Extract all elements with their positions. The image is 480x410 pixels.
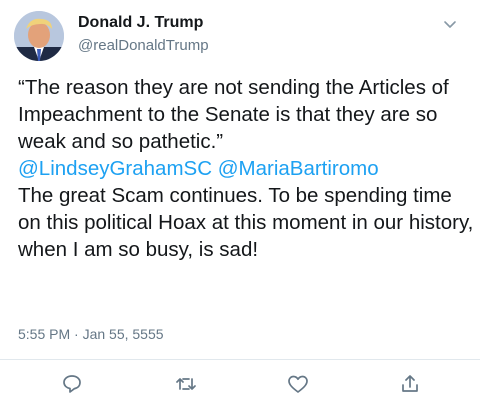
chevron-down-icon[interactable] — [442, 16, 458, 32]
tweet-timestamp[interactable]: 5:55 PM · Jan 55, 5555 — [18, 326, 164, 342]
tweet-text-quote: “The reason they are not sending the Art… — [18, 76, 455, 153]
author-name[interactable]: Donald J. Trump — [78, 14, 203, 32]
mention-link[interactable]: @LindseyGrahamSC — [18, 157, 212, 180]
share-icon[interactable] — [398, 372, 422, 396]
author-handle[interactable]: @realDonaldTrump — [78, 37, 209, 54]
tweet-actions — [0, 372, 480, 400]
mention-link[interactable]: @MariaBartiromo — [218, 157, 379, 180]
reply-icon[interactable] — [60, 372, 84, 396]
avatar-image — [14, 11, 64, 61]
heart-icon[interactable] — [286, 372, 310, 396]
tweet-text-body: The great Scam continues. To be spending… — [18, 184, 480, 261]
tweet-text: “The reason they are not sending the Art… — [18, 74, 474, 263]
avatar[interactable] — [14, 11, 64, 61]
retweet-icon[interactable] — [174, 372, 198, 396]
divider — [0, 359, 480, 360]
